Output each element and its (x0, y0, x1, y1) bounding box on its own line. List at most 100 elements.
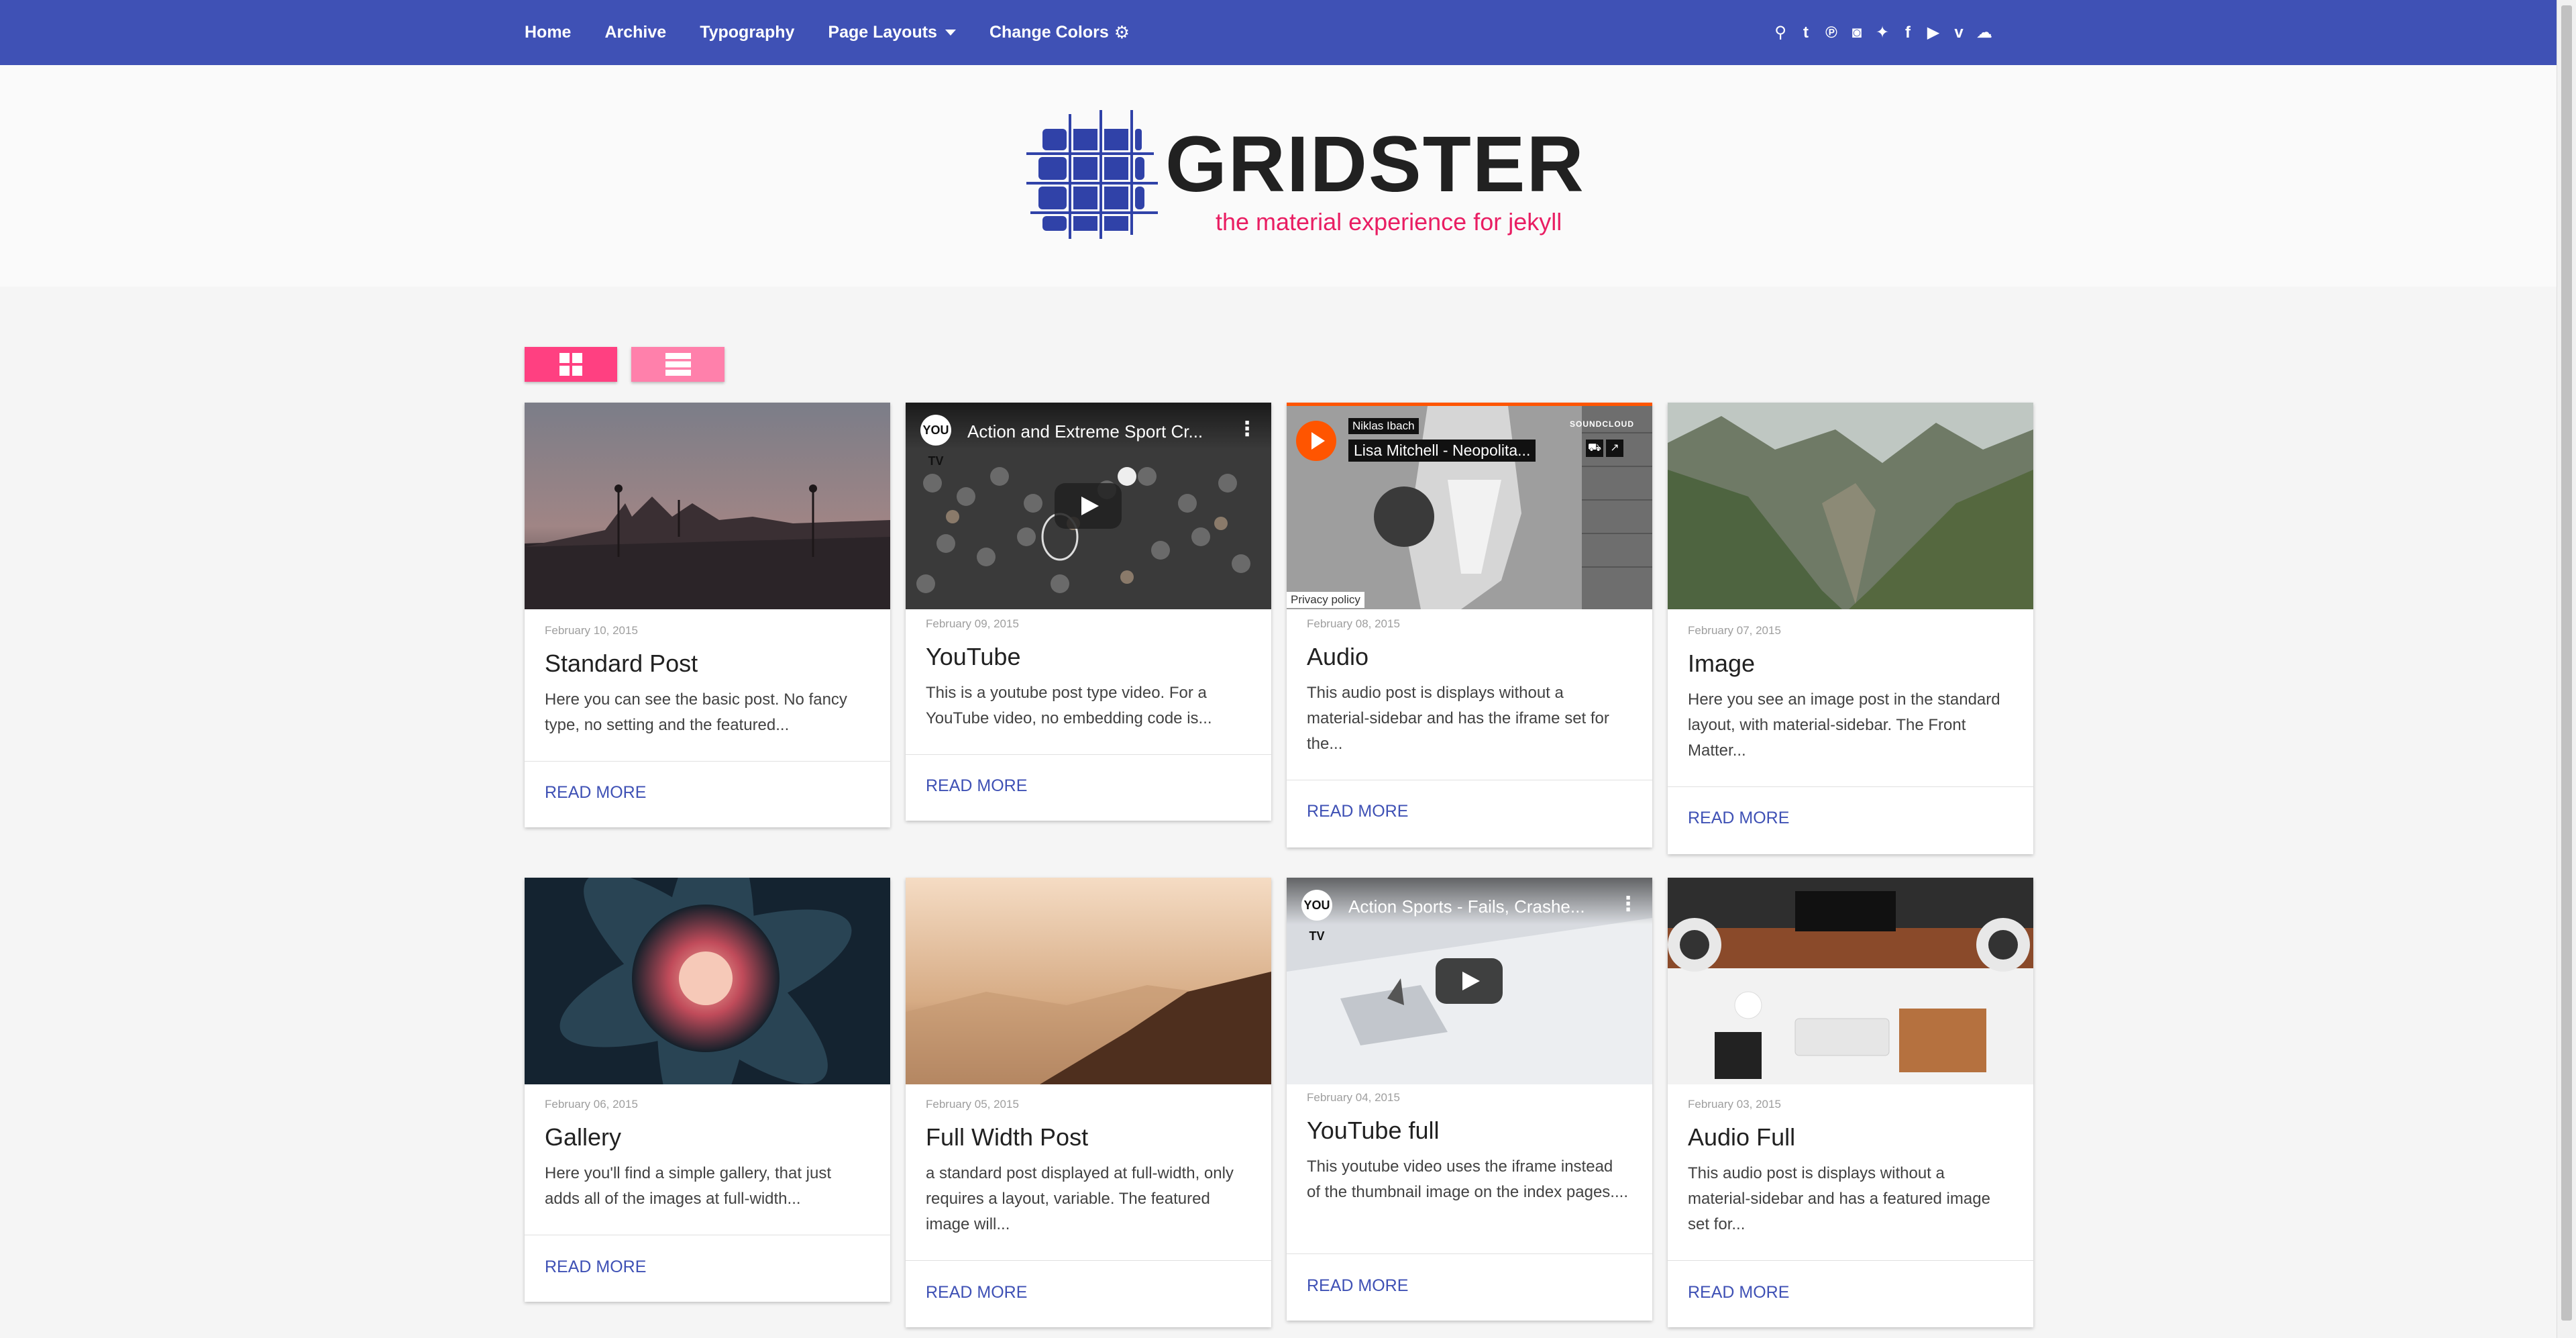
post-excerpt: This is a youtube post type video. For a… (926, 684, 1212, 727)
tumblr-icon[interactable]: t (1798, 23, 1814, 42)
post-title[interactable]: YouTube (926, 643, 1020, 671)
nav-home[interactable]: Home (525, 23, 571, 42)
vimeo-icon[interactable]: v (1951, 23, 1967, 42)
nav-page-layouts[interactable]: Page Layouts (828, 23, 956, 42)
post-date: February 06, 2015 (545, 1098, 638, 1111)
card-divider (1287, 1253, 1652, 1254)
post-excerpt: a standard post displayed at full-width,… (926, 1164, 1234, 1233)
instagram-icon[interactable]: ◙ (1849, 23, 1865, 42)
post-excerpt: This audio post is displays without a ma… (1688, 1164, 1990, 1233)
main-nav: Home Archive Typography Page Layouts Cha… (525, 0, 1163, 65)
soundcloud-embed[interactable]: Niklas Ibach Lisa Mitchell - Neopolita..… (1287, 403, 1652, 609)
chevron-down-icon (945, 30, 956, 36)
post-card: Niklas Ibach Lisa Mitchell - Neopolita..… (1287, 403, 1652, 847)
logo-wordmark: GRIDSTER (1165, 120, 1585, 209)
nav-archive[interactable]: Archive (604, 23, 666, 42)
read-more-link[interactable]: READ MORE (1307, 1276, 1408, 1296)
site-header: GRIDSTER the material experience for jek… (0, 65, 2557, 287)
scrollbar-thumb[interactable] (2561, 5, 2572, 1321)
pinterest-icon[interactable]: ℗ (1823, 23, 1839, 42)
post-date: February 10, 2015 (545, 624, 638, 637)
post-excerpt: This audio post is displays without a ma… (1307, 684, 1609, 753)
grid-view-button[interactable] (525, 347, 617, 382)
post-excerpt: Here you can see the basic post. No fanc… (545, 690, 847, 734)
soundcloud-icon[interactable]: ☁ (1976, 23, 1992, 42)
share-icon[interactable]: ↗ (1606, 440, 1623, 457)
nav-page-layouts-label: Page Layouts (828, 23, 937, 42)
card-divider (906, 1260, 1271, 1261)
youtube-embed[interactable]: YOU TV Action and Extreme Sport Cr... ⋮ (906, 403, 1271, 609)
youtube-icon[interactable]: ▶ (1925, 23, 1941, 42)
post-date: February 08, 2015 (1307, 617, 1400, 630)
post-card: February 03, 2015 Audio Full This audio … (1668, 878, 2033, 1327)
site-logo[interactable]: GRIDSTER the material experience for jek… (1026, 107, 1584, 242)
post-date: February 09, 2015 (926, 617, 1019, 630)
gear-icon: ⚙ (1114, 22, 1130, 42)
card-divider (525, 761, 890, 762)
read-more-link[interactable]: READ MORE (926, 1283, 1027, 1302)
play-button-icon[interactable] (1055, 483, 1122, 529)
post-title[interactable]: Gallery (545, 1123, 621, 1151)
read-more-link[interactable]: READ MORE (545, 1257, 646, 1277)
player-artist[interactable]: Niklas Ibach (1348, 418, 1419, 434)
social-links: ⚲ t ℗ ◙ ✦ f ▶ v ☁ (1763, 0, 1992, 65)
featured-image[interactable] (525, 878, 890, 1084)
privacy-policy-link[interactable]: Privacy policy (1287, 592, 1364, 608)
post-title[interactable]: Audio (1307, 643, 1368, 671)
post-date: February 04, 2015 (1307, 1091, 1400, 1104)
more-vert-icon[interactable]: ⋮ (1618, 892, 1638, 916)
post-excerpt: This youtube video uses the iframe inste… (1307, 1157, 1628, 1201)
post-title[interactable]: Full Width Post (926, 1123, 1088, 1151)
top-navbar: Home Archive Typography Page Layouts Cha… (0, 0, 2557, 65)
channel-logo[interactable]: YOU TV (1301, 890, 1332, 943)
video-title[interactable]: Action and Extreme Sport Cr... (967, 421, 1203, 442)
play-button-icon[interactable] (1436, 958, 1503, 1004)
read-more-link[interactable]: READ MORE (1688, 1283, 1789, 1302)
video-title[interactable]: Action Sports - Fails, Crashe... (1348, 896, 1585, 917)
post-title[interactable]: Image (1688, 650, 1755, 678)
page-scrollbar[interactable] (2557, 0, 2576, 1338)
post-excerpt: Here you'll find a simple gallery, that … (545, 1164, 831, 1208)
post-card: February 05, 2015 Full Width Post a stan… (906, 878, 1271, 1327)
card-divider (1668, 786, 2033, 787)
facebook-icon[interactable]: f (1900, 23, 1916, 42)
post-title[interactable]: YouTube full (1307, 1117, 1440, 1145)
featured-image[interactable] (525, 403, 890, 609)
post-card: YOU TV Action Sports - Fails, Crashe... … (1287, 878, 1652, 1321)
nav-change-colors[interactable]: Change Colors ⚙ (989, 22, 1130, 43)
post-title[interactable]: Audio Full (1688, 1123, 1795, 1151)
twitter-icon[interactable]: ✦ (1874, 23, 1890, 42)
nav-home-label: Home (525, 23, 572, 42)
search-icon[interactable]: ⚲ (1772, 23, 1788, 42)
post-card: February 06, 2015 Gallery Here you'll fi… (525, 878, 890, 1302)
logo-tagline: the material experience for jekyll (1216, 208, 1562, 236)
post-date: February 05, 2015 (926, 1098, 1019, 1111)
soundcloud-play-button[interactable] (1296, 421, 1336, 461)
more-vert-icon[interactable]: ⋮ (1237, 417, 1257, 441)
nav-typography-label: Typography (700, 23, 795, 42)
list-view-button[interactable] (631, 347, 724, 382)
read-more-link[interactable]: READ MORE (545, 783, 646, 803)
player-track[interactable]: Lisa Mitchell - Neopolita... (1348, 440, 1536, 462)
card-divider (1668, 1260, 2033, 1261)
youtube-embed[interactable]: YOU TV Action Sports - Fails, Crashe... … (1287, 878, 1652, 1084)
featured-image[interactable] (1668, 878, 2033, 1084)
grid-logo-icon (1026, 110, 1158, 239)
post-date: February 03, 2015 (1688, 1098, 1781, 1111)
post-title[interactable]: Standard Post (545, 650, 698, 678)
channel-logo[interactable]: YOU TV (920, 415, 951, 468)
post-date: February 07, 2015 (1688, 624, 1781, 637)
featured-image[interactable] (906, 878, 1271, 1084)
nav-typography[interactable]: Typography (700, 23, 794, 42)
post-excerpt: Here you see an image post in the standa… (1688, 690, 2000, 760)
list-view-icon (665, 353, 691, 376)
post-card: February 07, 2015 Image Here you see an … (1668, 403, 2033, 854)
read-more-link[interactable]: READ MORE (1688, 809, 1789, 828)
post-card: February 10, 2015 Standard Post Here you… (525, 403, 890, 827)
post-card: YOU TV Action and Extreme Sport Cr... ⋮ … (906, 403, 1271, 821)
cart-icon[interactable]: ⛟ (1586, 440, 1603, 457)
featured-image[interactable] (1668, 403, 2033, 609)
nav-archive-label: Archive (604, 23, 667, 42)
read-more-link[interactable]: READ MORE (1307, 802, 1408, 821)
read-more-link[interactable]: READ MORE (926, 776, 1027, 796)
